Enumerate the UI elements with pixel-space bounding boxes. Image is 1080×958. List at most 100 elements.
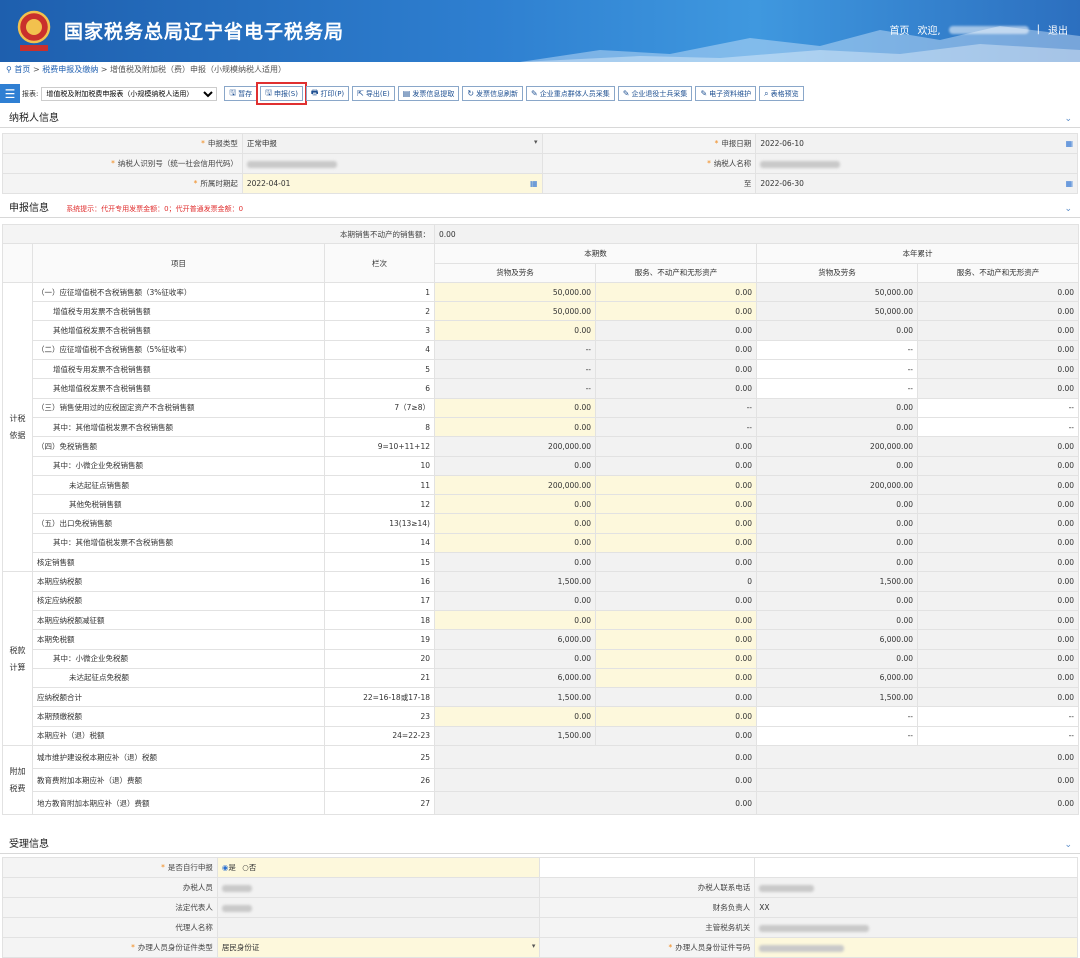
- chevron-down-icon[interactable]: ⌄: [1064, 836, 1072, 854]
- row-value[interactable]: 0.00: [595, 609, 757, 631]
- row-value: --: [756, 359, 918, 380]
- row-value[interactable]: 0.00: [434, 320, 596, 341]
- row-value: --: [595, 416, 757, 438]
- report-select-label: 报表:: [22, 89, 39, 98]
- row-value[interactable]: 0.00: [434, 494, 596, 515]
- period-end-field[interactable]: 2022-06-30 ▦: [755, 173, 1078, 194]
- handler-field: [216, 877, 541, 898]
- calendar-icon[interactable]: ▦: [1065, 139, 1073, 148]
- toolbar-button-4[interactable]: ▤ 发票信息提取: [397, 86, 460, 101]
- toolbar-button-1[interactable]: 🖫 申报(S): [256, 82, 307, 105]
- table-row: 其中：其他增值税发票不含税销售额 14 0.00 0.00 0.00 0.00: [3, 532, 1080, 554]
- breadcrumb-home[interactable]: 首页: [14, 65, 30, 74]
- row-col-no: 9=10+11+12: [324, 436, 435, 457]
- toolbar-button-label: 企业重点群体人员采集: [539, 89, 610, 98]
- header-goods: 货物及劳务: [434, 262, 596, 283]
- row-value[interactable]: 0.00: [434, 706, 596, 727]
- row-value: 0.00: [916, 590, 1080, 611]
- row-value[interactable]: 0.00: [595, 281, 757, 303]
- taxpayer-section-header[interactable]: 纳税人信息 ⌄: [0, 110, 1080, 128]
- decl-date-field[interactable]: 2022-06-10 ▦: [755, 133, 1078, 154]
- welcome-text: 欢迎,: [917, 26, 941, 37]
- row-item-label: 增值税专用发票不含税销售额: [32, 359, 325, 380]
- row-value[interactable]: 0.00: [595, 513, 757, 534]
- row-value: 0.00: [434, 791, 757, 816]
- declaration-section-header[interactable]: 申报信息 系统提示：代开专用发票金额：0；代开普通发票金额：0 ⌄: [0, 200, 1080, 218]
- preview-icon: ⌕: [764, 88, 769, 98]
- row-value: 6,000.00: [434, 667, 596, 689]
- row-value: 0.00: [916, 532, 1080, 554]
- row-item-label: （二）应征增值税不含税销售额（5%征收率）: [32, 339, 325, 361]
- row-col-no: 8: [324, 416, 435, 438]
- header-ytd: 本年累计: [755, 243, 1080, 264]
- id-type-label: 办理人员身份证件类型: [137, 943, 213, 952]
- row-value: 0.00: [434, 590, 596, 611]
- surcharge-row: 地方教育附加本期应补（退）费额 27 0.00 0.00: [3, 791, 1080, 816]
- row-value[interactable]: 0.00: [434, 513, 596, 534]
- chevron-down-icon[interactable]: ⌄: [1064, 110, 1072, 128]
- self-declare-radio-group[interactable]: ◉是 ○否: [216, 857, 541, 878]
- toolbar-button-8[interactable]: ✎ 电子资料维护: [695, 86, 757, 101]
- row-value[interactable]: 0.00: [434, 609, 596, 631]
- row-value[interactable]: 0.00: [595, 532, 757, 554]
- period-start-field[interactable]: 2022-04-01 ▦: [241, 173, 543, 194]
- refresh-icon: ↻: [467, 89, 475, 98]
- row-value[interactable]: 0.00: [595, 667, 757, 689]
- chevron-down-icon[interactable]: ⌄: [1064, 200, 1072, 218]
- row-value: 0.00: [756, 397, 918, 418]
- row-value: 0.00: [916, 667, 1080, 689]
- row-value[interactable]: 200,000.00: [434, 474, 596, 496]
- logout-link[interactable]: 退出: [1048, 22, 1068, 37]
- calendar-icon[interactable]: ▦: [530, 179, 538, 188]
- row-value: --: [756, 725, 918, 747]
- id-type-select[interactable]: 居民身份证 ▾: [216, 937, 541, 958]
- menu-toggle-icon[interactable]: ☰: [0, 84, 20, 103]
- row-value: 6,000.00: [756, 667, 918, 689]
- radio-yes-label: 是: [228, 863, 236, 872]
- row-value[interactable]: 0.00: [595, 706, 757, 727]
- row-value[interactable]: 0.00: [434, 397, 596, 418]
- row-value: 6,000.00: [756, 629, 918, 650]
- row-value: 50,000.00: [756, 301, 918, 322]
- row-value[interactable]: 0.00: [595, 301, 757, 322]
- acceptance-section-header[interactable]: 受理信息 ⌄: [0, 836, 1080, 854]
- toolbar-button-label: 电子资料维护: [709, 89, 752, 98]
- row-value: 0.00: [595, 455, 757, 476]
- row-value[interactable]: 0.00: [595, 648, 757, 669]
- toolbar-button-2[interactable]: 🖶 打印(P): [305, 86, 350, 101]
- row-value[interactable]: 0.00: [434, 416, 596, 438]
- row-value[interactable]: 0.00: [595, 629, 757, 650]
- row-value: 0.00: [916, 436, 1080, 457]
- row-value[interactable]: 50,000.00: [434, 281, 596, 303]
- row-value: 50,000.00: [756, 281, 918, 303]
- toolbar-button-0[interactable]: 🖫 暂存: [224, 86, 258, 101]
- row-col-no: 12: [324, 494, 435, 515]
- row-value[interactable]: 0.00: [595, 494, 757, 515]
- id-no-field[interactable]: [754, 937, 1078, 958]
- toolbar-button-7[interactable]: ✎ 企业退役士兵采集: [617, 86, 693, 101]
- decl-type-select[interactable]: 正常申报 ▾: [241, 133, 543, 154]
- row-value: 6,000.00: [434, 629, 596, 650]
- row-value: --: [756, 339, 918, 361]
- row-value: 1,500.00: [756, 571, 918, 592]
- toolbar-button-6[interactable]: ✎ 企业重点群体人员采集: [526, 86, 615, 101]
- toolbar-button-9[interactable]: ⌕ 表格预览: [759, 86, 804, 101]
- row-value[interactable]: 0.00: [434, 532, 596, 554]
- row-value: 0.00: [916, 455, 1080, 476]
- report-select[interactable]: 增值税及附加税费申报表（小规模纳税人适用）: [41, 86, 218, 101]
- row-value: 0.00: [755, 791, 1080, 816]
- print-icon: 🖶: [310, 87, 319, 97]
- row-value[interactable]: 50,000.00: [434, 301, 596, 322]
- home-link[interactable]: 首页: [889, 22, 909, 37]
- table-row: 税款计算 本期应纳税额 16 1,500.00 0 1,500.00 0.00: [2, 571, 1080, 747]
- calendar-icon[interactable]: ▦: [1065, 179, 1073, 188]
- row-value: 0.00: [595, 359, 757, 380]
- toolbar-button-3[interactable]: ⇱ 导出(E): [352, 86, 395, 101]
- empty-cell: [754, 857, 1078, 878]
- row-value[interactable]: 0.00: [595, 474, 757, 496]
- section-title: 受理信息: [9, 839, 49, 850]
- breadcrumb-level1[interactable]: 税费申报及缴纳: [42, 65, 98, 74]
- toolbar-button-5[interactable]: ↻ 发票信息刷新: [462, 86, 524, 101]
- row-value: 0.00: [756, 590, 918, 611]
- row-col-no: 21: [324, 667, 435, 689]
